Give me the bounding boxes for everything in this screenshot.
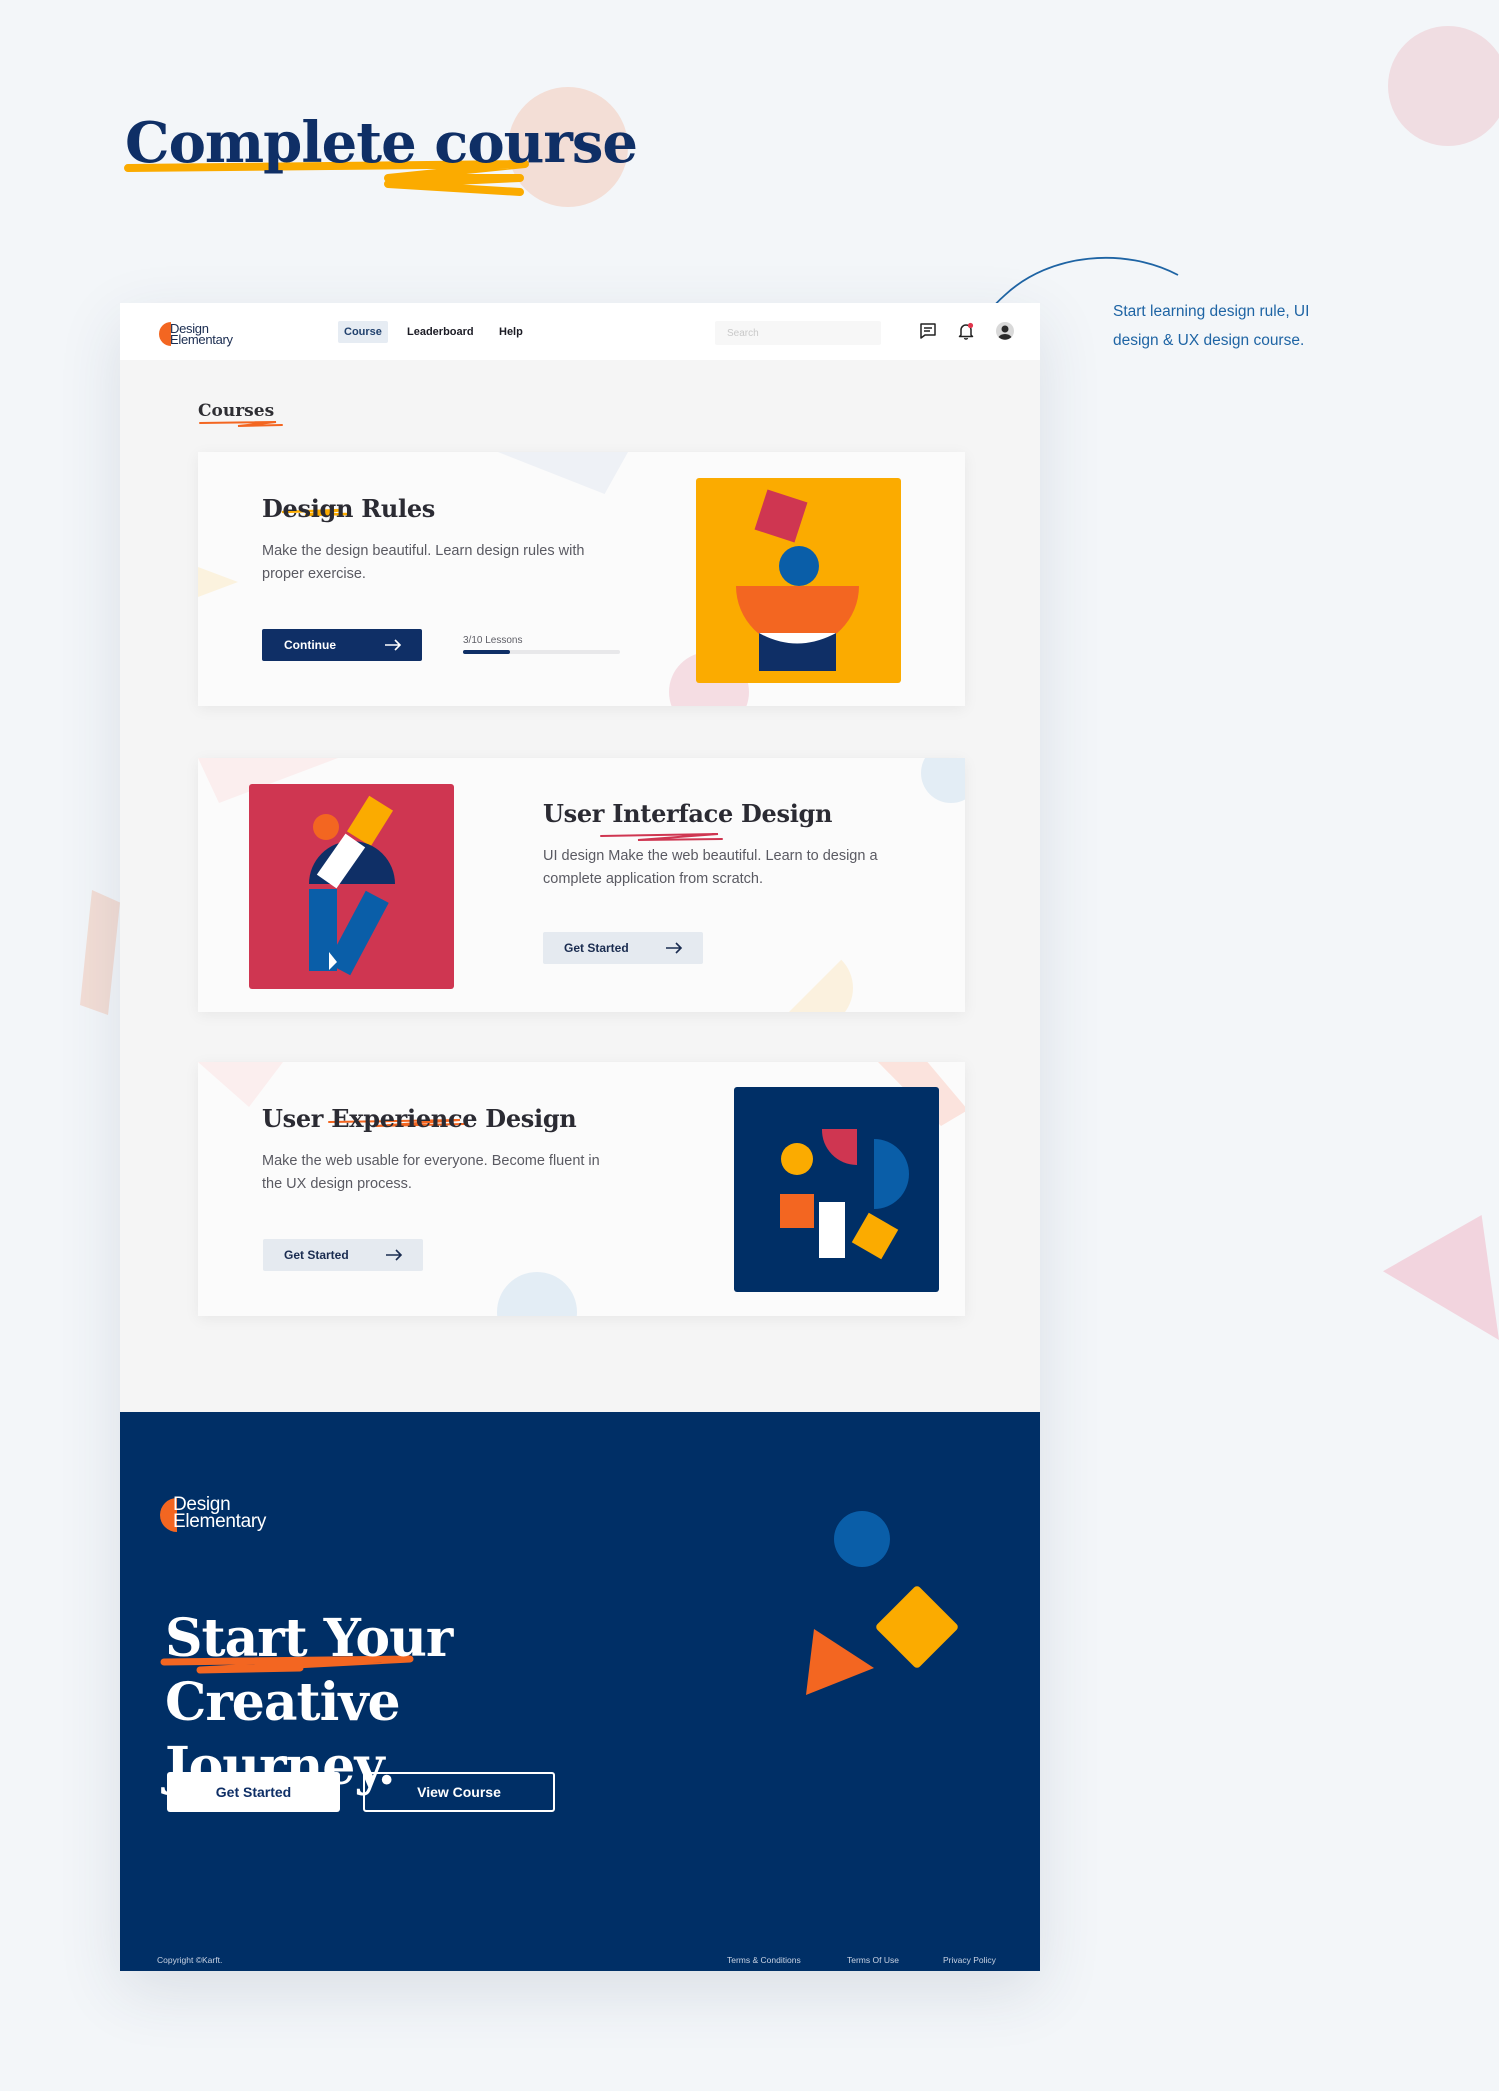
- arrow-right-icon: [666, 942, 683, 954]
- decorative-circle: [497, 1272, 577, 1316]
- title-underline: [600, 833, 723, 841]
- course-title: Design Rules: [262, 494, 435, 523]
- section-label: Courses: [198, 401, 275, 421]
- course-description: Make the design beautiful. Learn design …: [262, 543, 585, 582]
- decorative-shape: [198, 552, 238, 612]
- avatar[interactable]: [995, 321, 1015, 341]
- get-started-button[interactable]: Get Started: [543, 932, 703, 964]
- decorative-shape: [773, 948, 853, 1012]
- terms-of-use-link[interactable]: Terms Of Use: [847, 1955, 899, 1965]
- course-card: User Experience Design Make the web usab…: [198, 1062, 965, 1316]
- decorative-shape: [80, 890, 120, 1015]
- course-title: User Interface Design: [543, 799, 833, 828]
- ui-design-artwork: [249, 784, 454, 989]
- terms-conditions-link[interactable]: Terms & Conditions: [727, 1955, 801, 1965]
- footer-brand-logo[interactable]: Design Elementary: [157, 1495, 287, 1536]
- copyright-text: Copyright ©Karft.: [157, 1955, 223, 1965]
- cta-decorative-shapes: [806, 1511, 958, 1695]
- logo-line-2: Elementary: [170, 332, 233, 347]
- course-description: UI design Make the web beautiful. Learn …: [543, 848, 878, 887]
- decorative-shape: [198, 1062, 283, 1107]
- design-rules-artwork: [696, 478, 901, 683]
- decorative-circle: [921, 758, 965, 803]
- course-card: Design Rules Make the design beautiful. …: [198, 452, 965, 706]
- decorative-circle: [1388, 26, 1499, 146]
- side-note: Start learning design rule, UI design & …: [1113, 303, 1310, 349]
- logo-line-2: Elementary: [173, 1511, 267, 1532]
- arrow-right-icon: [385, 639, 402, 651]
- lessons-progress-bar: [463, 650, 620, 654]
- privacy-policy-link[interactable]: Privacy Policy: [943, 1955, 996, 1965]
- course-description: Make the web usable for everyone. Become…: [262, 1153, 600, 1192]
- page-title: Complete course: [125, 110, 638, 176]
- nav-item-help[interactable]: Help: [493, 321, 529, 343]
- decorative-triangle: [1383, 1215, 1499, 1340]
- nav-item-leaderboard[interactable]: Leaderboard: [401, 321, 480, 343]
- cta-view-course-button[interactable]: View Course: [363, 1772, 555, 1812]
- continue-button[interactable]: Continue: [262, 629, 422, 661]
- cta-title: Start Your Creative Journey.: [165, 1608, 453, 1797]
- message-icon[interactable]: [918, 321, 938, 341]
- ux-design-artwork: [734, 1087, 939, 1292]
- course-card: User Interface Design UI design Make the…: [198, 758, 965, 1012]
- get-started-button[interactable]: Get Started: [263, 1239, 423, 1271]
- arrow-right-icon: [386, 1249, 403, 1261]
- lessons-progress-label: 3/10 Lessons: [463, 635, 523, 646]
- brand-logo[interactable]: Design Elementary: [158, 320, 238, 350]
- cta-get-started-button[interactable]: Get Started: [167, 1772, 340, 1812]
- cta-footer: Design Elementary Start Your Creative Jou…: [120, 1412, 1040, 1971]
- app-window: Design Elementary Course Leaderboard Hel…: [120, 303, 1040, 1971]
- course-title: User Experience Design: [262, 1104, 577, 1133]
- bell-icon[interactable]: [956, 321, 976, 341]
- decorative-shape: [498, 452, 628, 494]
- search-input[interactable]: [715, 321, 881, 345]
- lessons-progress-fill: [463, 650, 511, 654]
- nav-item-course[interactable]: Course: [338, 321, 388, 343]
- navbar: Design Elementary Course Leaderboard Hel…: [120, 303, 1040, 360]
